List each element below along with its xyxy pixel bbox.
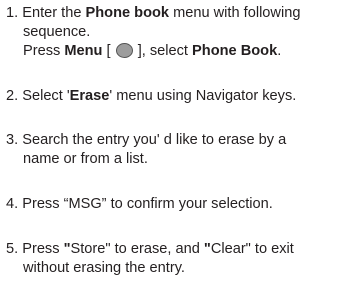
step-5-line-1: 5. Press "Store" to erase, and "Clear" t… [6, 240, 346, 259]
phone-book-target-label: Phone Book [192, 43, 278, 59]
clear-text: Clear" to exit [210, 241, 294, 257]
step-4-line-1: 4. Press “MSG” to confirm your selection… [6, 196, 273, 212]
sentence-end: . [277, 43, 282, 59]
erase-label: Erase [69, 88, 110, 104]
phone-book-label: Phone book [85, 5, 170, 21]
step-1-text: 1. Enter the [6, 5, 86, 21]
step-2: 2. Select 'Erase' menu using Navigator k… [6, 87, 346, 106]
step-1-line-1: 1. Enter the Phone book menu with follow… [6, 4, 346, 23]
step-1: 1. Enter the Phone book menu with follow… [6, 4, 346, 61]
step-5-text: 5. Press [6, 241, 64, 257]
step-1-text-tail: menu with following [169, 5, 301, 21]
step-3-line-2: name or from a list. [23, 151, 148, 167]
store-text: Store" to erase, and [70, 241, 204, 257]
step-2-text: 2. Select ' [6, 88, 70, 104]
bracket-close: ], select [133, 43, 193, 59]
step-2-text-tail: ' menu using Navigator keys. [109, 88, 297, 104]
step-1-line-3: Press Menu [ ], select Phone Book. [6, 42, 346, 61]
step-5-line-2: without erasing the entry. [23, 260, 185, 276]
menu-key-icon [115, 43, 133, 58]
press-text: Press [23, 43, 65, 59]
store-open-quote: " [63, 241, 71, 257]
step-3-line-1: 3. Search the entry you' d like to erase… [6, 132, 287, 148]
step-4: 4. Press “MSG” to confirm your selection… [6, 195, 346, 214]
menu-label: Menu [64, 43, 103, 59]
bracket-open: [ [102, 43, 115, 59]
step-2-line-1: 2. Select 'Erase' menu using Navigator k… [6, 87, 346, 106]
step-1-line-2: sequence. [23, 24, 91, 40]
step-3: 3. Search the entry you' d like to erase… [6, 131, 346, 169]
step-5: 5. Press "Store" to erase, and "Clear" t… [6, 240, 346, 278]
clear-open-quote: " [203, 241, 211, 257]
